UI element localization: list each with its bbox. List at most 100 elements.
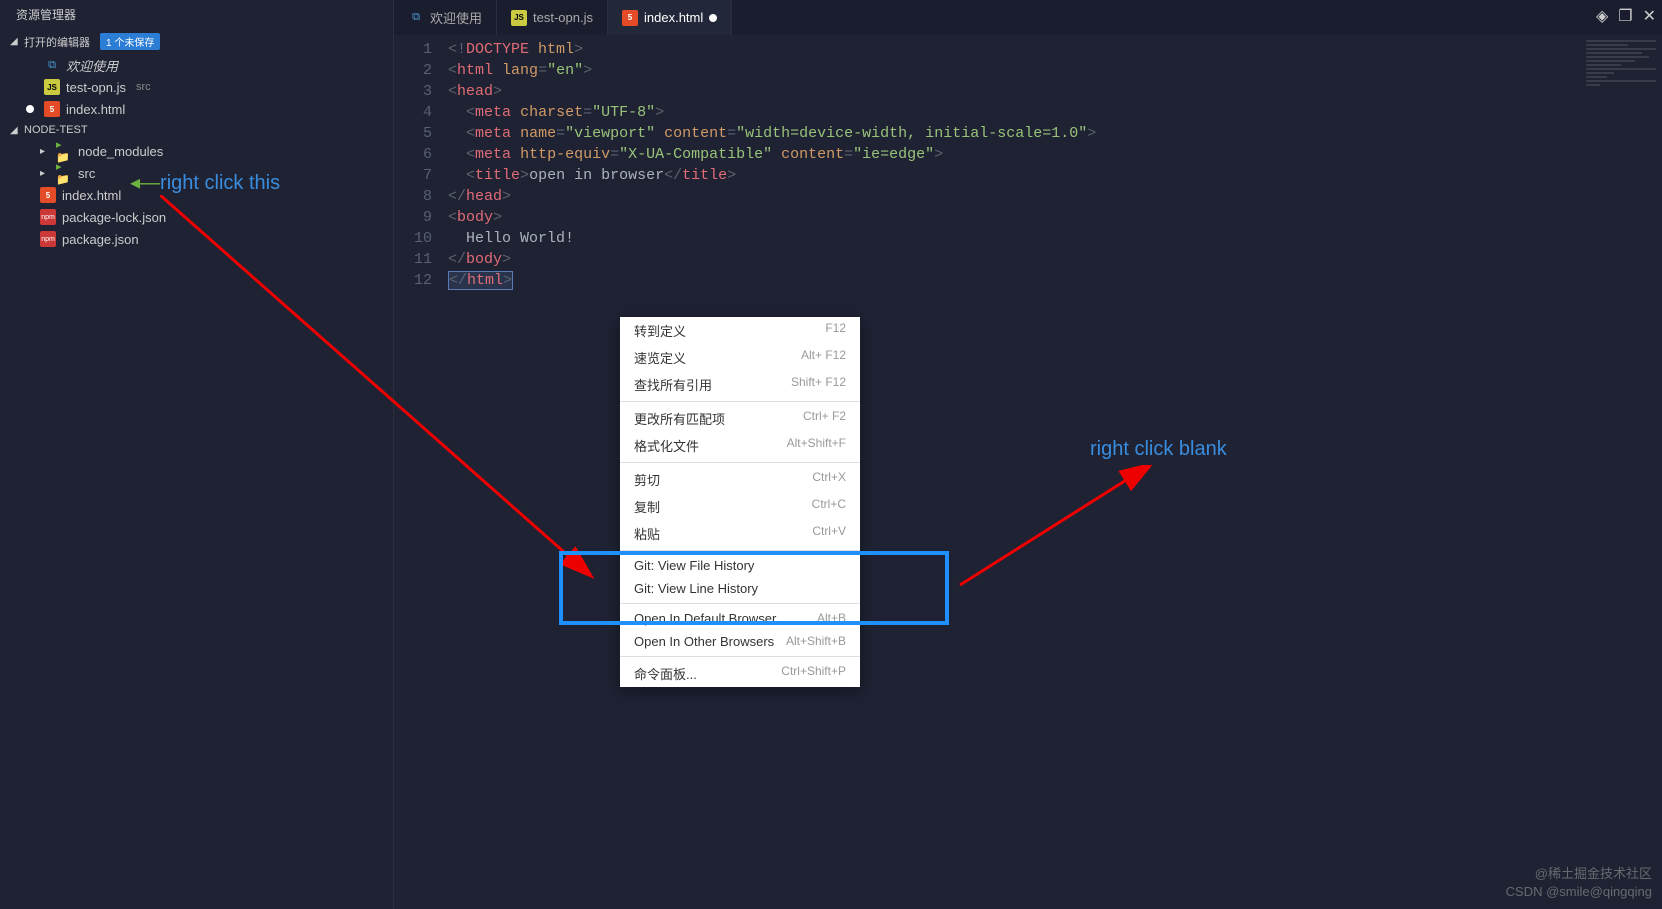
open-editors-header[interactable]: ◢ 打开的编辑器 1 个未保存 [0, 29, 393, 54]
menu-label: 复制 [634, 497, 660, 516]
tree-label: src [78, 166, 95, 181]
menu-separator [620, 550, 860, 551]
context-menu: 转到定义 F12 速览定义 Alt+ F12 查找所有引用 Shift+ F12… [620, 317, 860, 687]
chevron-down-icon: ◢ [10, 36, 20, 47]
watermark: @稀土掘金技术社区 CSDN @smile@qingqing [1506, 865, 1652, 901]
menu-shortcut: Shift+ F12 [791, 375, 846, 394]
code-line[interactable]: <!DOCTYPE html> [448, 39, 1662, 60]
js-icon: JS [44, 79, 60, 95]
line-number: 7 [394, 165, 432, 186]
menu-item[interactable]: 更改所有匹配项 Ctrl+ F2 [620, 405, 860, 432]
code-line[interactable]: <html lang="en"> [448, 60, 1662, 81]
code-line[interactable]: Hello World! [448, 228, 1662, 249]
menu-shortcut: Alt+Shift+B [786, 634, 846, 649]
menu-label: Git: View Line History [634, 581, 758, 596]
code-line[interactable]: </body> [448, 249, 1662, 270]
menu-shortcut: Alt+ F12 [801, 348, 846, 367]
open-editor-item[interactable]: ⧉ 欢迎使用 [0, 54, 393, 76]
menu-label: 转到定义 [634, 321, 686, 340]
menu-label: 格式化文件 [634, 436, 699, 455]
js-icon: JS [511, 10, 527, 26]
menu-item[interactable]: 转到定义 F12 [620, 317, 860, 344]
code-line[interactable]: <body> [448, 207, 1662, 228]
menu-separator [620, 603, 860, 604]
chevron-right-icon: ▸ [40, 168, 50, 179]
menu-label: Open In Default Browser [634, 611, 776, 626]
tree-label: node_modules [78, 144, 163, 159]
project-header[interactable]: ◢ NODE-TEST [0, 120, 393, 140]
line-number: 3 [394, 81, 432, 102]
line-number: 6 [394, 144, 432, 165]
tree-item[interactable]: npm package-lock.json [0, 206, 393, 228]
line-number: 12 [394, 270, 432, 291]
menu-item[interactable]: 剪切 Ctrl+X [620, 466, 860, 493]
tab-label: test-opn.js [533, 10, 593, 25]
code-editor[interactable]: 123456789101112 <!DOCTYPE html><html lan… [394, 35, 1662, 909]
restore-icon[interactable]: ❐ [1618, 6, 1632, 26]
explorer-sidebar: 资源管理器 ◢ 打开的编辑器 1 个未保存 ⧉ 欢迎使用 JS test-opn… [0, 0, 394, 909]
html-icon: 5 [44, 101, 60, 117]
menu-shortcut: Ctrl+V [812, 524, 846, 543]
line-number: 10 [394, 228, 432, 249]
menu-shortcut: Ctrl+Shift+P [781, 664, 846, 683]
vscode-icon: ⧉ [408, 10, 424, 26]
unsaved-badge: 1 个未保存 [100, 33, 160, 50]
menu-item[interactable]: 粘贴 Ctrl+V [620, 520, 860, 547]
line-number: 8 [394, 186, 432, 207]
menu-item[interactable]: Open In Default Browser Alt+B [620, 607, 860, 630]
editor-tab[interactable]: JS test-opn.js [497, 0, 608, 35]
npm-icon: npm [40, 209, 56, 225]
html-icon: 5 [622, 10, 638, 26]
compass-icon[interactable]: ◈ [1596, 6, 1608, 26]
editor-area: ⧉ 欢迎使用 JS test-opn.js 5 index.html 12345… [394, 0, 1662, 909]
close-icon[interactable]: ✕ [1643, 6, 1656, 26]
menu-item[interactable]: 查找所有引用 Shift+ F12 [620, 371, 860, 398]
open-editor-item[interactable]: 5 index.html [0, 98, 393, 120]
menu-item[interactable]: Git: View Line History [620, 577, 860, 600]
tab-label: 欢迎使用 [430, 8, 482, 27]
tree-item[interactable]: ▸ ▸ 📁 node_modules [0, 140, 393, 162]
editor-tab[interactable]: 5 index.html [608, 0, 732, 35]
tree-item[interactable]: ▸ ▸ 📁 src [0, 162, 393, 184]
menu-label: 粘贴 [634, 524, 660, 543]
editor-tabs: ⧉ 欢迎使用 JS test-opn.js 5 index.html [394, 0, 1662, 35]
tab-label: index.html [644, 10, 703, 25]
npm-icon: npm [40, 231, 56, 247]
menu-label: Open In Other Browsers [634, 634, 774, 649]
line-number: 2 [394, 60, 432, 81]
menu-shortcut: Ctrl+ F2 [803, 409, 846, 428]
code-line[interactable]: </html> [448, 270, 1662, 291]
tree-label: index.html [62, 188, 121, 203]
code-line[interactable]: <head> [448, 81, 1662, 102]
code-line[interactable]: <meta name="viewport" content="width=dev… [448, 123, 1662, 144]
dirty-dot [26, 105, 34, 113]
menu-label: 速览定义 [634, 348, 686, 367]
menu-item[interactable]: 复制 Ctrl+C [620, 493, 860, 520]
menu-item[interactable]: Open In Other Browsers Alt+Shift+B [620, 630, 860, 653]
menu-item[interactable]: 命令面板... Ctrl+Shift+P [620, 660, 860, 687]
explorer-title: 资源管理器 [0, 0, 393, 29]
menu-shortcut: Ctrl+X [812, 470, 846, 489]
code-line[interactable]: <meta charset="UTF-8"> [448, 102, 1662, 123]
open-editors-label: 打开的编辑器 [24, 34, 90, 50]
minimap[interactable] [1586, 38, 1656, 98]
code-line[interactable]: <title>open in browser</title> [448, 165, 1662, 186]
chevron-right-icon: ▸ [40, 146, 50, 157]
folder-icon: ▸ 📁 [56, 143, 72, 159]
menu-item[interactable]: 格式化文件 Alt+Shift+F [620, 432, 860, 459]
open-editor-item[interactable]: JS test-opn.js src [0, 76, 393, 98]
menu-separator [620, 462, 860, 463]
project-label: NODE-TEST [24, 124, 88, 136]
code-line[interactable]: </head> [448, 186, 1662, 207]
tree-item[interactable]: npm package.json [0, 228, 393, 250]
menu-label: Git: View File History [634, 558, 754, 573]
menu-item[interactable]: 速览定义 Alt+ F12 [620, 344, 860, 371]
tree-item[interactable]: 5 index.html [0, 184, 393, 206]
menu-item[interactable]: Git: View File History [620, 554, 860, 577]
editor-tab[interactable]: ⧉ 欢迎使用 [394, 0, 497, 35]
file-label: test-opn.js [66, 80, 126, 95]
line-number: 11 [394, 249, 432, 270]
code-line[interactable]: <meta http-equiv="X-UA-Compatible" conte… [448, 144, 1662, 165]
menu-label: 命令面板... [634, 664, 697, 683]
line-number: 1 [394, 39, 432, 60]
